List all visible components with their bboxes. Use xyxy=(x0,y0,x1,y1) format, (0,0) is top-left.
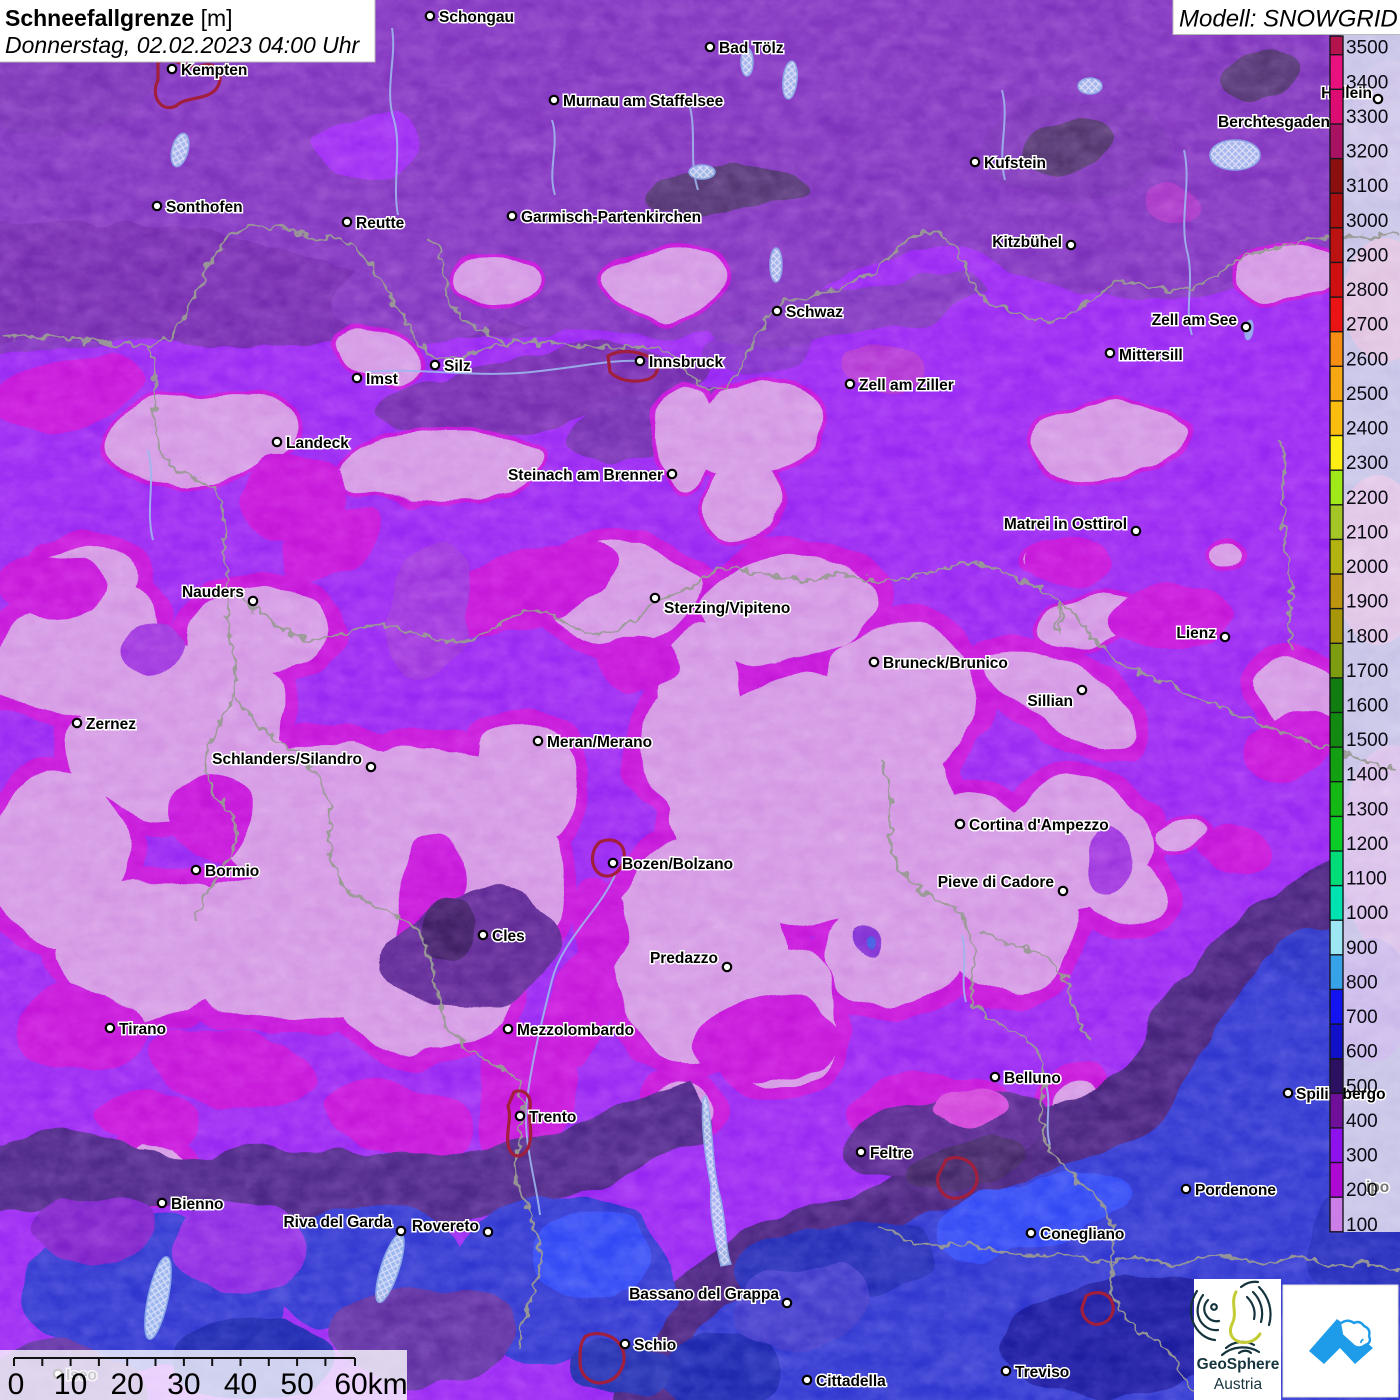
svg-text:3200: 3200 xyxy=(1346,142,1388,163)
svg-text:Kufstein: Kufstein xyxy=(984,155,1046,172)
svg-text:Schongau: Schongau xyxy=(439,9,514,26)
svg-text:40: 40 xyxy=(224,1368,257,1400)
svg-text:2900: 2900 xyxy=(1346,245,1388,266)
svg-text:2700: 2700 xyxy=(1346,315,1388,336)
svg-text:Donnerstag, 02.02.2023 04:00 U: Donnerstag, 02.02.2023 04:00 Uhr xyxy=(5,32,361,58)
svg-text:2500: 2500 xyxy=(1346,384,1388,405)
svg-text:Conegliano: Conegliano xyxy=(1040,1226,1124,1243)
svg-text:Bruneck/Brunico: Bruneck/Brunico xyxy=(883,655,1008,672)
svg-text:1000: 1000 xyxy=(1346,903,1388,924)
svg-text:300: 300 xyxy=(1346,1146,1378,1167)
svg-text:2600: 2600 xyxy=(1346,349,1388,370)
svg-text:Treviso: Treviso xyxy=(1015,1364,1069,1381)
svg-text:Belluno: Belluno xyxy=(1004,1070,1061,1087)
svg-text:Zernez: Zernez xyxy=(86,716,136,733)
svg-text:GeoSphere: GeoSphere xyxy=(1197,1356,1280,1373)
svg-text:Bozen/Bolzano: Bozen/Bolzano xyxy=(622,856,733,873)
svg-text:3400: 3400 xyxy=(1346,72,1388,93)
svg-text:Steinach am Brenner: Steinach am Brenner xyxy=(508,467,663,484)
svg-text:Garmisch-Partenkirchen: Garmisch-Partenkirchen xyxy=(521,209,701,226)
svg-text:2300: 2300 xyxy=(1346,453,1388,474)
svg-text:1400: 1400 xyxy=(1346,765,1388,786)
svg-text:700: 700 xyxy=(1346,1007,1378,1028)
svg-text:Feltre: Feltre xyxy=(870,1145,913,1162)
svg-text:1800: 1800 xyxy=(1346,626,1388,647)
svg-text:Innsbruck: Innsbruck xyxy=(649,354,723,371)
svg-text:Cles: Cles xyxy=(492,928,525,945)
svg-text:50: 50 xyxy=(280,1368,313,1400)
svg-text:2200: 2200 xyxy=(1346,488,1388,509)
svg-text:1500: 1500 xyxy=(1346,730,1388,751)
svg-text:Sterzing/Vipiteno: Sterzing/Vipiteno xyxy=(664,600,790,617)
svg-text:Cittadella: Cittadella xyxy=(816,1373,886,1390)
svg-text:Nauders: Nauders xyxy=(182,584,244,601)
svg-text:Trento: Trento xyxy=(529,1109,576,1126)
svg-text:Schneefallgrenze [m]: Schneefallgrenze [m] xyxy=(5,5,233,31)
svg-text:100: 100 xyxy=(1346,1215,1378,1236)
svg-text:600: 600 xyxy=(1346,1042,1378,1063)
svg-text:3100: 3100 xyxy=(1346,176,1388,197)
svg-text:1300: 1300 xyxy=(1346,799,1388,820)
svg-text:Kempten: Kempten xyxy=(181,62,247,79)
svg-text:Modell: SNOWGRID: Modell: SNOWGRID xyxy=(1179,6,1398,33)
svg-text:2000: 2000 xyxy=(1346,557,1388,578)
svg-text:Bienno: Bienno xyxy=(171,1196,224,1213)
svg-text:Bormio: Bormio xyxy=(205,863,259,880)
svg-text:2800: 2800 xyxy=(1346,280,1388,301)
svg-text:200: 200 xyxy=(1346,1180,1378,1201)
svg-text:800: 800 xyxy=(1346,972,1378,993)
svg-text:Berchtesgaden: Berchtesgaden xyxy=(1218,114,1330,131)
svg-text:Bassano del Grappa: Bassano del Grappa xyxy=(629,1286,779,1303)
svg-text:Sillian: Sillian xyxy=(1027,693,1073,710)
svg-text:900: 900 xyxy=(1346,938,1378,959)
svg-text:Predazzo: Predazzo xyxy=(650,950,718,967)
svg-text:1700: 1700 xyxy=(1346,661,1388,682)
svg-text:60km: 60km xyxy=(334,1368,407,1400)
svg-text:1200: 1200 xyxy=(1346,834,1388,855)
svg-text:3500: 3500 xyxy=(1346,38,1388,59)
svg-text:1100: 1100 xyxy=(1346,869,1387,890)
svg-text:Riva del Garda: Riva del Garda xyxy=(283,1214,392,1231)
svg-text:Reutte: Reutte xyxy=(356,215,405,232)
svg-text:Zell am See: Zell am See xyxy=(1152,312,1238,329)
svg-text:Meran/Merano: Meran/Merano xyxy=(547,734,652,751)
svg-text:400: 400 xyxy=(1346,1111,1378,1132)
svg-text:Sonthofen: Sonthofen xyxy=(166,199,243,216)
svg-text:Imst: Imst xyxy=(366,371,398,388)
svg-text:Austria: Austria xyxy=(1214,1376,1263,1393)
svg-text:Schio: Schio xyxy=(634,1337,676,1354)
svg-text:Pordenone: Pordenone xyxy=(1195,1182,1276,1199)
svg-text:Landeck: Landeck xyxy=(286,435,349,452)
svg-text:Murnau am Staffelsee: Murnau am Staffelsee xyxy=(563,93,724,110)
svg-text:Pieve di Cadore: Pieve di Cadore xyxy=(938,874,1055,891)
svg-text:Cortina d'Ampezzo: Cortina d'Ampezzo xyxy=(969,817,1109,834)
svg-text:3000: 3000 xyxy=(1346,211,1388,232)
svg-text:Kitzbühel: Kitzbühel xyxy=(992,234,1062,251)
svg-text:30: 30 xyxy=(167,1368,200,1400)
svg-text:Tirano: Tirano xyxy=(119,1021,166,1038)
svg-text:Bad Tölz: Bad Tölz xyxy=(719,40,784,57)
svg-text:Schlanders/Silandro: Schlanders/Silandro xyxy=(212,751,362,768)
svg-text:2400: 2400 xyxy=(1346,419,1388,440)
svg-text:Mezzolombardo: Mezzolombardo xyxy=(517,1022,634,1039)
svg-text:Silz: Silz xyxy=(444,358,471,375)
svg-text:10: 10 xyxy=(54,1368,87,1400)
svg-text:Matrei in Osttirol: Matrei in Osttirol xyxy=(1004,516,1127,533)
svg-text:Zell am Ziller: Zell am Ziller xyxy=(859,377,954,394)
svg-text:1600: 1600 xyxy=(1346,696,1388,717)
svg-text:Rovereto: Rovereto xyxy=(412,1218,479,1235)
svg-text:Lienz: Lienz xyxy=(1176,625,1216,642)
svg-text:500: 500 xyxy=(1346,1076,1378,1097)
svg-text:1900: 1900 xyxy=(1346,592,1388,613)
svg-text:0: 0 xyxy=(8,1368,25,1400)
svg-text:2100: 2100 xyxy=(1346,522,1388,543)
svg-text:20: 20 xyxy=(111,1368,144,1400)
svg-text:Schwaz: Schwaz xyxy=(786,304,843,321)
svg-text:3300: 3300 xyxy=(1346,107,1388,128)
svg-text:Mittersill: Mittersill xyxy=(1119,347,1183,364)
